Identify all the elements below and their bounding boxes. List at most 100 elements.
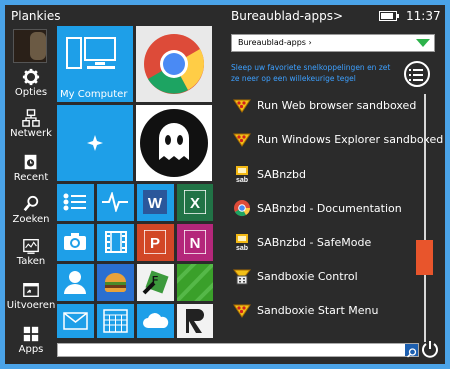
app-label: Sandboxie Control <box>257 270 358 283</box>
nav-label: Opties <box>14 87 48 98</box>
app-item[interactable]: Sandboxie Control <box>231 265 421 289</box>
svg-text:sab: sab <box>236 245 248 251</box>
onenote-icon: N <box>184 230 206 254</box>
app-label: Sandboxie Start Menu <box>257 304 379 317</box>
nav-taken[interactable]: Taken <box>5 237 57 267</box>
tile-reader[interactable] <box>177 304 213 338</box>
tile-cyberghost[interactable] <box>136 105 212 181</box>
nav-netwerk[interactable]: Netwerk <box>5 109 57 139</box>
run-icon <box>23 283 39 297</box>
heartbeat-icon <box>102 192 128 212</box>
tile-grid: My Computer W X P N F <box>57 26 213 338</box>
menu-button[interactable] <box>404 61 430 87</box>
tile-powerpoint[interactable]: P <box>137 224 174 261</box>
recent-icon <box>24 154 37 170</box>
tile-list[interactable] <box>57 184 94 221</box>
tile-onenote[interactable]: N <box>177 224 213 261</box>
clock: 11:37 <box>406 9 441 23</box>
sandboxie-icon <box>233 99 251 113</box>
menu-line <box>409 74 423 76</box>
app-item[interactable]: sab SABnzbd <box>231 163 421 187</box>
svg-text:sab: sab <box>236 177 248 183</box>
tile-chrome[interactable] <box>136 26 212 102</box>
nav-label: Zoeken <box>12 214 50 225</box>
tile-camera[interactable] <box>57 224 94 261</box>
dropdown-value: Bureaublad-apps › <box>238 38 312 47</box>
film-icon <box>105 231 127 253</box>
category-dropdown[interactable]: Bureaublad-apps › <box>231 34 435 52</box>
nav-zoeken[interactable]: Zoeken <box>5 195 57 225</box>
pattern-icon <box>177 264 213 301</box>
app-item[interactable]: Sandboxie Start Menu <box>231 299 421 323</box>
tile-burger-game[interactable] <box>97 264 134 301</box>
user-avatar[interactable] <box>13 29 47 63</box>
hint-text: Sleep uw favoriete snelkoppelingen en ze… <box>231 63 391 83</box>
sabnzbd-icon: sab <box>236 234 248 251</box>
search-icon <box>23 195 39 212</box>
scroll-thumb[interactable] <box>416 240 433 275</box>
nav-opties[interactable]: Opties <box>5 68 57 98</box>
sandboxie-icon <box>233 304 251 318</box>
nav-uitvoeren[interactable]: Uitvoeren <box>5 281 57 311</box>
word-icon: W <box>143 190 167 214</box>
nav-label: Apps <box>18 344 44 355</box>
tile-green[interactable] <box>177 264 213 301</box>
cloud-icon <box>143 313 169 328</box>
window-frame: Plankies Opties Netwerk Recent Zoeken Ta… <box>0 0 450 369</box>
app-item[interactable]: sab SABnzbd - SafeMode <box>231 231 421 255</box>
chrome-icon <box>144 34 205 94</box>
mail-icon <box>63 312 88 330</box>
nav-label: Taken <box>16 256 46 267</box>
sandboxie-icon <box>233 133 251 147</box>
app-label: SABnzbd - Documentation <box>257 202 402 215</box>
calendar-icon <box>103 309 128 333</box>
apps-grid-icon <box>23 326 39 342</box>
scroll-track <box>424 94 426 342</box>
tile-fileit[interactable]: F <box>137 264 174 301</box>
tile-excel[interactable]: X <box>177 184 213 221</box>
tile-video[interactable] <box>97 224 134 261</box>
tile-label: My Computer <box>60 89 128 100</box>
start-panel: Plankies Opties Netwerk Recent Zoeken Ta… <box>5 5 445 364</box>
tile-activity[interactable] <box>97 184 134 221</box>
tile-onedrive[interactable] <box>137 304 174 338</box>
plane-icon <box>87 135 103 151</box>
scrollbar[interactable] <box>416 94 433 342</box>
chrome-icon <box>234 200 251 217</box>
tile-user[interactable] <box>57 264 94 301</box>
app-item[interactable]: Run Web browser sandboxed <box>231 94 421 118</box>
camera-icon <box>64 233 86 250</box>
svg-text:W: W <box>148 195 163 212</box>
app-label: Run Web browser sandboxed <box>257 99 417 112</box>
burger-icon <box>104 273 127 293</box>
power-icon[interactable] <box>421 340 439 358</box>
nav-label: Recent <box>13 172 49 183</box>
tile-mail[interactable] <box>57 304 94 338</box>
tasks-icon <box>23 239 39 254</box>
tile-my-computer[interactable]: My Computer <box>57 26 133 102</box>
computer-icon <box>66 37 116 69</box>
menu-line <box>409 79 423 81</box>
svg-text:P: P <box>150 235 160 252</box>
nav-recent[interactable]: Recent <box>5 153 57 183</box>
search-icon <box>406 348 417 358</box>
app-item[interactable]: SABnzbd - Documentation <box>231 197 421 221</box>
search-button[interactable] <box>405 344 418 358</box>
tile-word[interactable]: W <box>137 184 174 221</box>
nav-label: Uitvoeren <box>6 300 56 311</box>
search-input[interactable] <box>57 343 419 357</box>
svg-text:X: X <box>190 195 200 212</box>
tile-settings-tool[interactable] <box>57 105 133 181</box>
tile-calendar[interactable] <box>97 304 134 338</box>
section-header[interactable]: Bureaublad-apps> <box>231 9 343 23</box>
sandboxie-control-icon <box>233 269 251 285</box>
network-icon <box>22 109 40 127</box>
dropdown-arrow-icon[interactable] <box>416 39 430 47</box>
gear-icon <box>22 68 40 86</box>
list-icon <box>63 193 86 211</box>
panel-title: Plankies <box>11 9 61 23</box>
app-item[interactable]: Run Windows Explorer sandboxed <box>231 128 443 152</box>
menu-line <box>409 69 423 71</box>
fileit-icon: F <box>142 270 169 295</box>
nav-apps[interactable]: Apps <box>5 325 57 355</box>
